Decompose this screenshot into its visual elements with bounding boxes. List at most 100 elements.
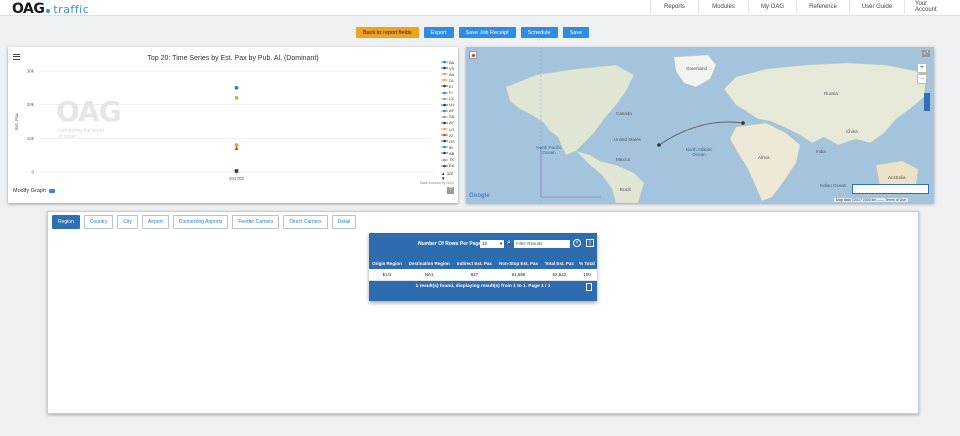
tab-detail[interactable]: Detail — [331, 215, 357, 229]
schedule-button[interactable]: Schedule — [520, 27, 558, 38]
cell-indirect-est-pax: 927 — [453, 269, 496, 281]
chart-export-icon[interactable]: ? — [447, 187, 454, 194]
tab-airport[interactable]: Airport — [142, 215, 169, 229]
y-tick-label: 20k — [27, 102, 35, 107]
modify-graph-link[interactable]: Modify Graph — [13, 188, 56, 194]
breakdown-tabs: Region Country City Airport Connecting A… — [52, 215, 357, 229]
nav-your-account[interactable]: Your Account — [904, 0, 960, 14]
filter-results-input[interactable]: Filter Results — [514, 240, 570, 248]
tab-connecting-airports[interactable]: Connecting Airports — [172, 215, 229, 229]
source-note: Data sourced by OAG — [420, 181, 455, 185]
legend-pager[interactable]: ▲ 1/2 ▼ — [441, 171, 458, 181]
y-axis-label: Est. Pax — [14, 112, 19, 130]
legend-marker-icon — [441, 139, 448, 143]
tab-feeder-carriers[interactable]: Feeder Carriers — [232, 215, 280, 229]
legend-label: IB — [449, 144, 453, 150]
export-document-icon[interactable] — [586, 283, 592, 291]
x-tick-label: 201702 — [229, 176, 245, 181]
legend-marker-icon — [441, 103, 448, 107]
column-origin-region[interactable]: Origin Region — [369, 258, 405, 269]
data-point-ua — [234, 143, 239, 147]
save-button[interactable]: Save — [562, 27, 590, 38]
legend-marker-icon — [441, 133, 448, 137]
legend-marker-icon — [441, 97, 448, 100]
route-map[interactable]: Greenland Canada United States Mexico Ru… — [466, 47, 934, 203]
map-attribution[interactable]: Map data ©2017 2000 km —— Terms of Use — [834, 198, 908, 202]
map-zoom-out-button[interactable]: − — [917, 74, 927, 84]
map-label-mexico: Mexico — [616, 157, 631, 162]
data-point-ba — [234, 85, 239, 90]
cell-origin-region: EU1 — [369, 269, 405, 281]
save-job-receipt-button[interactable]: Save Job Receipt — [458, 27, 516, 38]
legend-marker-icon — [441, 79, 448, 82]
legend-marker-icon — [441, 121, 448, 125]
tab-direct-carriers[interactable]: Direct Carriers — [283, 215, 328, 229]
y-tick-label: 0 — [31, 170, 34, 175]
edit-icon — [49, 189, 56, 193]
nav-modules[interactable]: Modules — [698, 0, 748, 14]
legend-marker-icon — [441, 72, 448, 76]
clear-filter-icon[interactable]: × — [573, 239, 581, 247]
tab-region[interactable]: Region — [52, 215, 80, 229]
oag-traffic-logo[interactable]: OAG traffic — [12, 1, 89, 17]
legend-marker-icon — [441, 158, 448, 161]
grid-pagination-summary: 1 result(s) found, displaying result(s) … — [415, 284, 551, 289]
legend-marker-icon — [441, 60, 448, 64]
table-row[interactable]: EU1 NA1 927 61,695 62,622 100 — [369, 269, 597, 281]
trash-icon[interactable]: ▯ — [586, 239, 594, 247]
back-to-report-fields-button[interactable]: Back to report fields — [356, 27, 419, 38]
table-header-row: Origin Region Destination Region Indirec… — [369, 258, 597, 269]
logo-dot — [46, 9, 51, 13]
map-label-indian-ocean: Indian Ocean — [819, 183, 847, 188]
data-point-aa — [234, 96, 239, 100]
map-label-india: India — [816, 149, 826, 154]
legend-label: LX — [449, 96, 454, 102]
map-layer-toggle[interactable] — [469, 51, 477, 59]
map-label-australia: Australia — [888, 175, 906, 180]
legend-label: OS — [449, 138, 455, 144]
nav-my-oag[interactable]: My OAG — [748, 0, 796, 14]
map-zoom-in-button[interactable]: + — [917, 63, 927, 73]
column-non-stop-est-pax[interactable]: Non-Stop Est. Pax — [495, 258, 542, 269]
legend-label: EK — [449, 163, 455, 169]
cell-total-est-pax: 62,622 — [541, 269, 577, 281]
export-button[interactable]: Export — [423, 27, 454, 38]
legend-label: LH — [449, 102, 455, 108]
cell-destination-region: NA1 — [404, 269, 454, 281]
map-slider-handle[interactable] — [924, 93, 930, 111]
legend-item-ek[interactable]: EK — [441, 163, 459, 169]
column-percent-total[interactable]: % Total — [576, 258, 597, 269]
modify-graph-label: Modify Graph — [13, 188, 47, 194]
logo-oag-text: OAG — [12, 1, 45, 17]
rows-per-page-select[interactable]: 10 — [480, 240, 504, 248]
legend-label: EI — [449, 83, 453, 89]
legend-marker-icon — [441, 109, 448, 113]
legend-marker-icon — [441, 152, 448, 155]
map-fullscreen-icon[interactable]: ⤢ — [922, 50, 930, 57]
chart-legend: BA VS AA DL EI FI LX LH AF SN AY LO AT OS IB AB TK EK — [441, 59, 459, 169]
data-point-dl — [234, 169, 239, 173]
legend-marker-icon — [441, 127, 448, 131]
column-total-est-pax[interactable]: Total Est. Pax — [541, 258, 577, 269]
logo-traffic-text: traffic — [53, 3, 90, 16]
nav-user-guide[interactable]: User Guide — [849, 0, 904, 14]
rows-per-page-label: Number Of Rows Per Page — [418, 241, 482, 247]
legend-label: AA — [449, 71, 455, 77]
legend-label: DL — [449, 77, 455, 83]
tab-country[interactable]: Country — [83, 215, 114, 229]
column-indirect-est-pax[interactable]: Indirect Est. Pax — [453, 258, 496, 269]
legend-marker-icon — [441, 91, 448, 94]
column-destination-region[interactable]: Destination Region — [404, 258, 454, 269]
y-tick-label: 30k — [27, 69, 35, 74]
legend-marker-icon — [441, 146, 448, 149]
map-search-input[interactable] — [852, 184, 929, 194]
map-label-north-pacific: North Pacific Ocean — [536, 145, 562, 155]
map-label-greenland: Greenland — [686, 66, 708, 71]
nav-reference[interactable]: Reference — [796, 0, 849, 14]
grid-toolbar: Number Of Rows Per Page 10 ⌕ Filter Resu… — [369, 238, 597, 250]
cell-percent-total: 100 — [576, 269, 597, 281]
map-label-north-atlantic: North Atlantic Ocean — [685, 147, 713, 157]
tab-city[interactable]: City — [117, 215, 138, 229]
nav-reports[interactable]: Reports — [650, 0, 698, 14]
results-panel: Region Country City Airport Connecting A… — [47, 211, 919, 414]
